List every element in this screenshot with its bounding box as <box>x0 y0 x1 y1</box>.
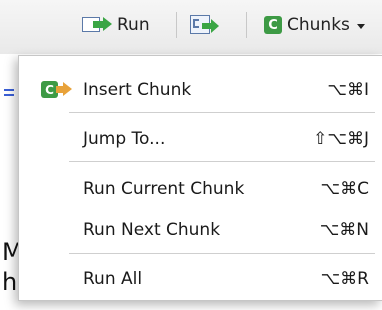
run-button[interactable]: Run <box>82 12 150 38</box>
menu-item-jump-to[interactable]: Jump To... ⇧⌥⌘J <box>19 119 382 159</box>
menu-item-shortcut: ⇧⌥⌘J <box>313 129 369 149</box>
menu-item-insert-chunk[interactable]: C Insert Chunk ⌥⌘I <box>19 70 382 110</box>
menu-item-label: Run Current Chunk <box>83 179 245 199</box>
menu-separator <box>69 253 375 254</box>
editor-toolbar: Run C Chunks <box>0 0 382 54</box>
insert-chunk-icon: C <box>41 80 75 100</box>
menu-separator <box>69 161 375 162</box>
chunk-icon: C <box>264 16 282 34</box>
menu-item-label: Insert Chunk <box>83 80 192 100</box>
rerun-previous-icon <box>190 14 220 36</box>
menu-separator <box>69 112 375 113</box>
toolbar-separator <box>176 12 177 38</box>
menu-item-shortcut: ⌥⌘N <box>319 220 369 240</box>
editor-background-letter: h <box>2 268 18 296</box>
menu-item-shortcut: ⌥⌘R <box>320 269 369 289</box>
run-button-label: Run <box>117 14 150 35</box>
menu-item-run-current-chunk[interactable]: Run Current Chunk ⌥⌘C <box>19 169 382 209</box>
menu-item-label: Run All <box>83 269 143 289</box>
menu-item-shortcut: ⌥⌘I <box>327 80 369 100</box>
menu-item-shortcut: ⌥⌘C <box>320 179 369 199</box>
chunks-button-label: Chunks <box>287 14 350 35</box>
editor-background-glyph <box>4 88 14 98</box>
rerun-previous-button[interactable] <box>190 12 220 38</box>
menu-item-run-next-chunk[interactable]: Run Next Chunk ⌥⌘N <box>19 210 382 250</box>
menu-item-run-all[interactable]: Run All ⌥⌘R <box>19 259 382 299</box>
chevron-down-icon <box>356 24 365 29</box>
menu-item-label: Jump To... <box>83 129 166 149</box>
run-arrow-icon <box>82 15 112 35</box>
chunks-menu-button[interactable]: C Chunks <box>264 12 365 38</box>
chunks-dropdown-menu: C Insert Chunk ⌥⌘I Jump To... ⇧⌥⌘J Run C… <box>18 55 382 301</box>
menu-item-label: Run Next Chunk <box>83 220 221 240</box>
toolbar-separator <box>246 12 247 38</box>
